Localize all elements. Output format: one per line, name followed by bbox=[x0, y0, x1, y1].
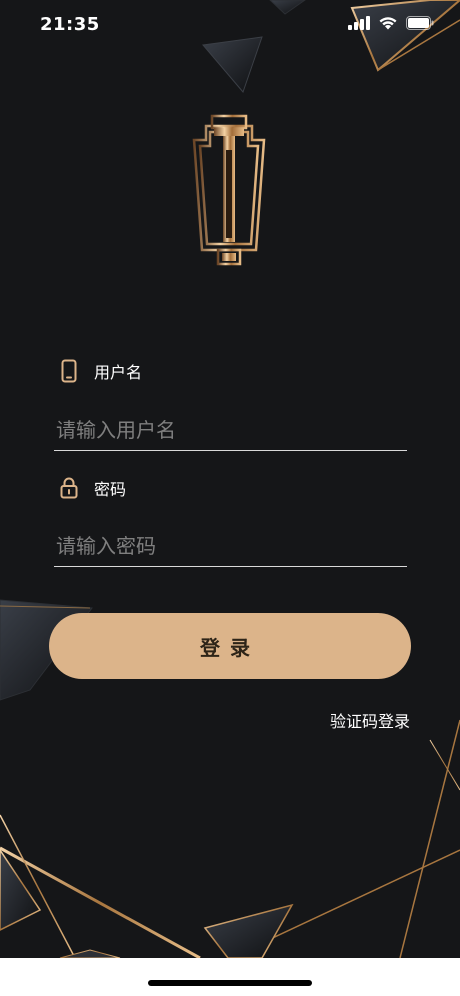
phone-icon bbox=[58, 358, 80, 384]
login-button[interactable]: 登录 bbox=[49, 613, 411, 679]
signal-icon bbox=[348, 16, 370, 30]
home-indicator bbox=[148, 980, 312, 986]
wifi-icon bbox=[379, 17, 397, 30]
status-icons bbox=[348, 16, 434, 30]
battery-icon bbox=[406, 16, 434, 30]
password-label: 密码 bbox=[94, 480, 127, 499]
brand-logo-icon bbox=[192, 114, 266, 266]
password-label-row: 密码 bbox=[58, 475, 126, 501]
status-time: 21:35 bbox=[40, 14, 100, 35]
password-input[interactable] bbox=[54, 526, 407, 567]
username-label-row: 用户名 bbox=[58, 358, 142, 384]
username-input[interactable] bbox=[54, 410, 407, 451]
code-login-link[interactable]: 验证码登录 bbox=[330, 708, 410, 732]
username-label: 用户名 bbox=[94, 363, 143, 382]
lock-icon bbox=[58, 475, 80, 501]
status-bar: 21:35 bbox=[0, 0, 460, 50]
login-screen: 21:35 用户名 请输入用户名 密码 登录 验证码登录 bbox=[0, 0, 460, 958]
